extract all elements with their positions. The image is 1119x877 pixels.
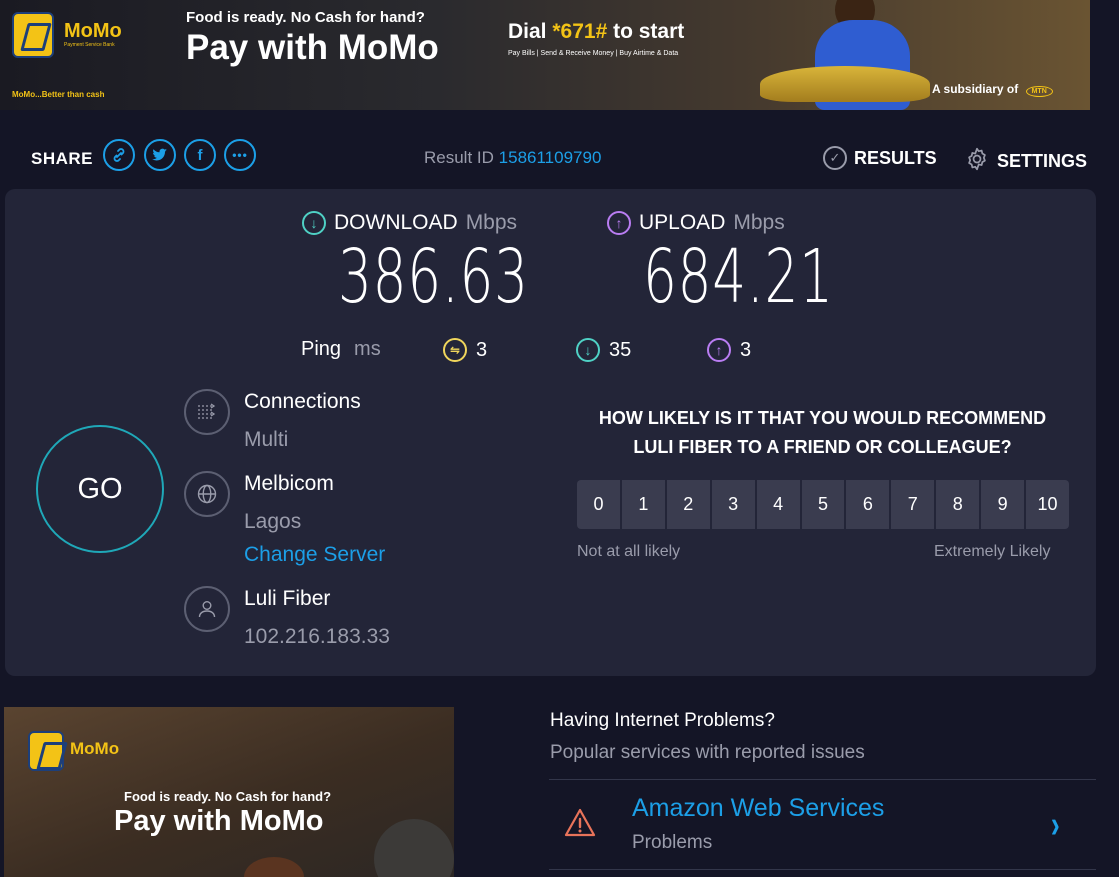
download-latency-icon: ↓ [576,338,600,362]
scale-option[interactable]: 1 [621,480,665,529]
ad-tagline: Food is ready. No Cash for hand? [186,9,425,26]
scale-option[interactable]: 2 [666,480,710,529]
ping-upload: ↑ 3 [707,338,751,362]
results-button[interactable]: ✓ RESULTS [823,146,937,170]
ad-subsidiary: A subsidiary of MTN [932,82,1053,97]
bottom-ad-person-head [374,819,454,877]
scale-high-label: Extremely Likely [934,543,1051,560]
momo-logo-icon [28,731,64,771]
server-location: Lagos [244,510,302,533]
twitter-icon[interactable] [144,139,176,171]
change-server-link[interactable]: Change Server [244,543,385,567]
bottom-ad-headline: Pay with MoMo [114,805,324,837]
warning-icon [563,806,597,840]
link-icon[interactable] [103,139,135,171]
scale-option[interactable]: 9 [981,480,1025,529]
ad-brand: MoMo [64,20,122,42]
scale-option[interactable]: 10 [1026,480,1069,529]
upload-label: UPLOAD [639,211,726,234]
upload-unit: Mbps [733,211,785,234]
ad-bananas [760,66,930,102]
ad-slogan: MoMo...Better than cash [12,90,105,99]
scale-option[interactable]: 5 [801,480,845,529]
upload-latency-icon: ↑ [707,338,731,362]
facebook-icon[interactable]: f [184,139,216,171]
share-bar: SHARE f ••• Result ID 15861109790 ✓ RESU… [0,134,1100,182]
scale-option[interactable]: 0 [577,480,620,529]
download-arrow-icon: ↓ [302,211,326,235]
result-id-link[interactable]: 15861109790 [499,148,602,167]
settings-button[interactable]: SETTINGS [964,146,1087,177]
survey-question-line2: LULI FIBER TO A FRIEND OR COLLEAGUE? [633,437,1012,457]
download-label: DOWNLOAD [334,211,458,234]
service-status: Problems [632,832,713,853]
user-icon [184,586,230,632]
ad-dial-suffix: to start [607,20,685,43]
server-name: Melbicom [244,472,334,495]
divider [549,869,1096,870]
download-value: 386.63 [338,234,529,320]
bottom-ad-tagline: Food is ready. No Cash for hand? [124,789,332,804]
scale-option[interactable]: 8 [936,480,980,529]
scale-low-label: Not at all likely [577,543,681,560]
survey-question-line1: HOW LIKELY IS IT THAT YOU WOULD RECOMMEN… [598,408,1047,428]
ad-subsidiary-text: A subsidiary of [932,82,1019,96]
upload-arrow-icon: ↑ [607,211,631,235]
ping-unit: ms [354,338,381,360]
gear-icon [964,146,990,177]
survey-question: HOW LIKELY IS IT THAT YOU WOULD RECOMMEN… [570,404,1075,462]
isp-name: Luli Fiber [244,587,331,610]
ping-download-value: 35 [609,338,632,361]
scale-option[interactable]: 3 [711,480,755,529]
ping-idle: ⇋ 3 [443,338,487,362]
upload-value: 684.21 [643,234,834,320]
ping-label-row: Ping ms [301,338,381,361]
upload-header: ↑ UPLOAD Mbps [607,211,785,235]
connections-title: Connections [244,390,361,413]
survey-scale: 0 1 2 3 4 5 6 7 8 9 10 [577,480,1069,529]
results-label: RESULTS [854,147,937,168]
ping-upload-value: 3 [740,338,752,361]
share-label: SHARE [31,149,94,168]
problems-title: Having Internet Problems? [550,710,775,731]
download-unit: Mbps [465,211,518,234]
momo-logo-icon [12,12,54,58]
ad-dial-prefix: Dial [508,20,553,43]
ad-brand-sub: Payment Service Bank [64,42,115,48]
chevron-right-icon[interactable]: › [1051,804,1060,847]
bottom-ad-banner[interactable]: MoMo Food is ready. No Cash for hand? Pa… [4,707,454,877]
bottom-ad-hand [244,857,304,877]
ad-services: Pay Bills | Send & Receive Money | Buy A… [508,50,679,57]
connections-icon [184,389,230,435]
go-button[interactable]: GO [36,425,164,553]
more-icon[interactable]: ••• [224,139,256,171]
result-id-label: Result ID [424,148,494,167]
globe-icon [184,471,230,517]
download-header: ↓ DOWNLOAD Mbps [302,211,517,235]
check-circle-icon: ✓ [823,146,847,170]
top-ad-banner[interactable]: MoMo Payment Service Bank MoMo...Better … [0,0,1090,110]
mtn-logo-icon: MTN [1025,86,1053,97]
isp-ip: 102.216.183.33 [244,625,390,648]
bottom-ad-brand: MoMo [70,739,120,758]
ping-download: ↓ 35 [576,338,631,362]
ad-dial: Dial *671# to start [508,20,684,44]
settings-label: SETTINGS [997,151,1088,171]
connections-value[interactable]: Multi [244,428,288,452]
ad-headline: Pay with MoMo [186,28,439,67]
service-row[interactable]: Amazon Web Services Problems › [549,780,1096,870]
result-id: Result ID 15861109790 [424,148,601,168]
ad-dial-code: *671# [552,20,608,43]
scale-option[interactable]: 7 [891,480,935,529]
ping-idle-value: 3 [476,338,488,361]
problems-subtitle: Popular services with reported issues [550,742,865,763]
ping-label: Ping [301,338,342,360]
scale-option[interactable]: 4 [756,480,800,529]
service-name[interactable]: Amazon Web Services [632,794,884,823]
scale-option[interactable]: 6 [846,480,890,529]
idle-latency-icon: ⇋ [443,338,467,362]
